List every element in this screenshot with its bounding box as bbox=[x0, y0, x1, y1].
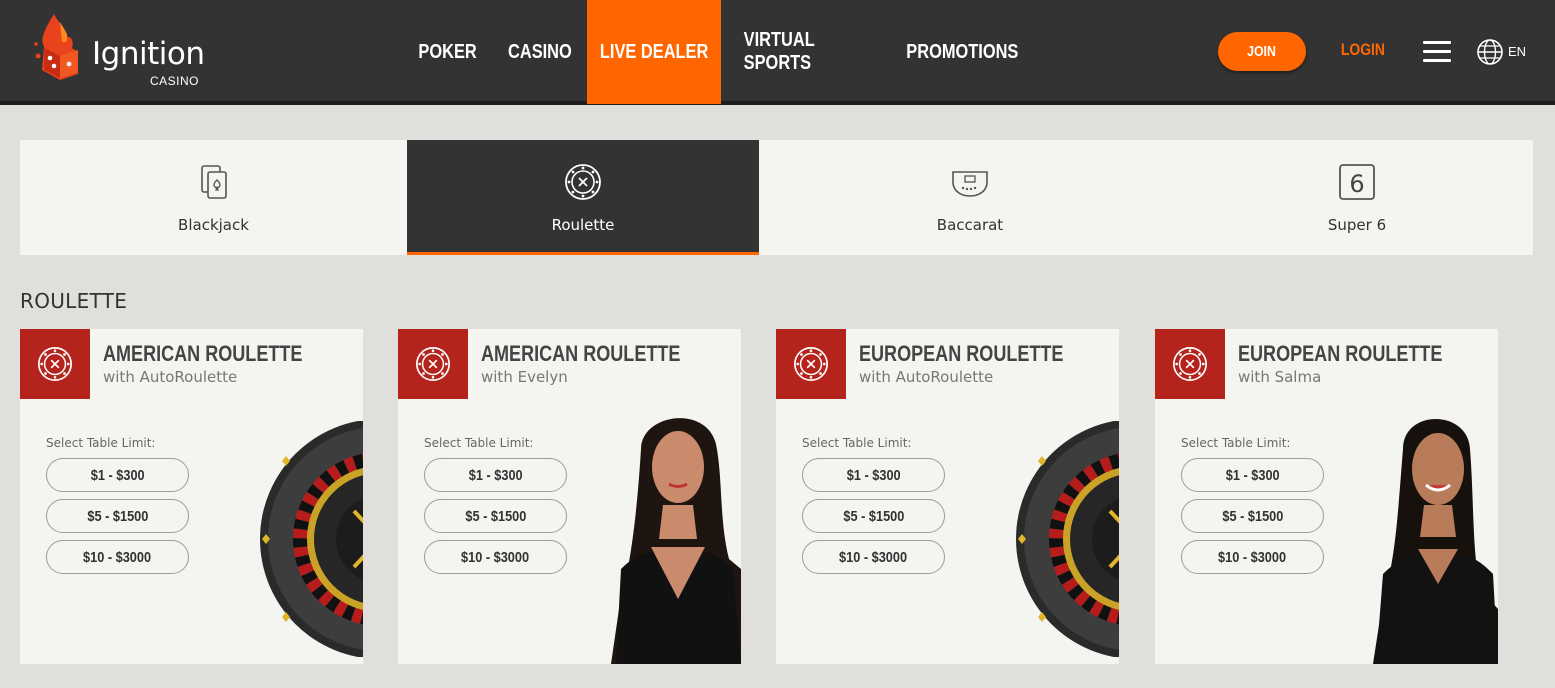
dealer-photo bbox=[1373, 419, 1498, 664]
game-card-american-evelyn[interactable]: AMERICAN ROULETTE with Evelyn Select Tab… bbox=[398, 329, 741, 664]
tab-label: Baccarat bbox=[936, 216, 1004, 234]
nav-promotions[interactable]: PROMOTIONS bbox=[897, 0, 1027, 104]
nav-virtual-sports[interactable]: VIRTUAL SPORTS bbox=[730, 0, 882, 104]
limit-button-1-300[interactable]: $1 - $300 bbox=[46, 458, 189, 492]
roulette-wheel-image bbox=[1016, 421, 1119, 657]
blackjack-cards-icon bbox=[200, 165, 227, 199]
card-title: AMERICAN ROULETTE bbox=[103, 341, 303, 366]
game-category-tabs: Blackjack Roulette Baccarat 6 Super 6 bbox=[20, 140, 1533, 255]
limit-button-1-300[interactable]: $1 - $300 bbox=[424, 458, 567, 492]
roulette-wheel-icon bbox=[37, 346, 73, 382]
join-button[interactable]: JOIN bbox=[1218, 32, 1306, 71]
limit-button-10-3000[interactable]: $10 - $3000 bbox=[424, 540, 567, 574]
flame-dice-icon bbox=[34, 14, 78, 80]
limit-label: Select Table Limit: bbox=[46, 436, 156, 450]
limit-button-10-3000[interactable]: $10 - $3000 bbox=[1181, 540, 1324, 574]
limit-button-10-3000[interactable]: $10 - $3000 bbox=[802, 540, 945, 574]
limit-button-5-1500[interactable]: $5 - $1500 bbox=[46, 499, 189, 533]
nav-casino[interactable]: CASINO bbox=[500, 0, 580, 104]
card-title: EUROPEAN ROULETTE bbox=[1238, 341, 1443, 366]
nav-live-dealer[interactable]: LIVE DEALER bbox=[587, 0, 721, 104]
roulette-wheel-image bbox=[260, 421, 363, 657]
dealer-photo bbox=[611, 418, 741, 664]
limit-button-5-1500[interactable]: $5 - $1500 bbox=[802, 499, 945, 533]
card-subtitle: with AutoRoulette bbox=[859, 368, 994, 386]
tab-super6[interactable]: 6 Super 6 bbox=[1181, 140, 1533, 255]
tab-baccarat[interactable]: Baccarat bbox=[759, 140, 1181, 255]
card-title: AMERICAN ROULETTE bbox=[481, 341, 681, 366]
limit-label: Select Table Limit: bbox=[1181, 436, 1291, 450]
card-badge bbox=[398, 329, 468, 399]
limit-button-5-1500[interactable]: $5 - $1500 bbox=[424, 499, 567, 533]
tab-label: Roulette bbox=[551, 216, 615, 234]
card-badge bbox=[1155, 329, 1225, 399]
card-badge bbox=[20, 329, 90, 399]
logo-subtext: CASINO bbox=[150, 74, 200, 88]
limit-button-1-300[interactable]: $1 - $300 bbox=[1181, 458, 1324, 492]
section-title: ROULETTE bbox=[20, 289, 128, 313]
super6-icon: 6 bbox=[1339, 164, 1375, 200]
tab-roulette[interactable]: Roulette bbox=[407, 140, 759, 255]
card-subtitle: with Salma bbox=[1238, 368, 1322, 386]
globe-icon[interactable] bbox=[1476, 38, 1504, 66]
roulette-wheel-icon bbox=[1172, 346, 1208, 382]
card-badge bbox=[776, 329, 846, 399]
svg-text:6: 6 bbox=[1349, 170, 1364, 198]
baccarat-table-icon bbox=[952, 171, 988, 197]
ignition-logo[interactable]: Ignition CASINO bbox=[34, 12, 214, 88]
card-title: EUROPEAN ROULETTE bbox=[859, 341, 1064, 366]
tab-blackjack[interactable]: Blackjack bbox=[20, 140, 407, 255]
top-header: Ignition CASINO POKER CASINO LIVE DEALER… bbox=[0, 0, 1555, 105]
roulette-wheel-icon bbox=[793, 346, 829, 382]
language-selector[interactable]: EN bbox=[1508, 44, 1526, 59]
limit-label: Select Table Limit: bbox=[802, 436, 912, 450]
card-subtitle: with Evelyn bbox=[481, 368, 568, 386]
logo-wordmark: Ignition bbox=[92, 36, 205, 72]
limit-button-5-1500[interactable]: $5 - $1500 bbox=[1181, 499, 1324, 533]
tab-label: Blackjack bbox=[178, 216, 249, 234]
game-card-european-autoroulette[interactable]: EUROPEAN ROULETTE with AutoRoulette Sele… bbox=[776, 329, 1119, 664]
limit-label: Select Table Limit: bbox=[424, 436, 534, 450]
nav-poker[interactable]: POKER bbox=[411, 0, 485, 104]
game-card-american-autoroulette[interactable]: AMERICAN ROULETTE with AutoRoulette Sele… bbox=[20, 329, 363, 664]
game-card-european-salma[interactable]: EUROPEAN ROULETTE with Salma Select Tabl… bbox=[1155, 329, 1498, 664]
limit-button-1-300[interactable]: $1 - $300 bbox=[802, 458, 945, 492]
login-link[interactable]: LOGIN bbox=[1336, 40, 1390, 60]
card-subtitle: with AutoRoulette bbox=[103, 368, 238, 386]
tab-label: Super 6 bbox=[1327, 216, 1387, 234]
roulette-wheel-icon bbox=[415, 346, 451, 382]
limit-button-10-3000[interactable]: $10 - $3000 bbox=[46, 540, 189, 574]
roulette-wheel-icon bbox=[565, 164, 601, 200]
hamburger-menu-icon[interactable] bbox=[1423, 41, 1451, 63]
